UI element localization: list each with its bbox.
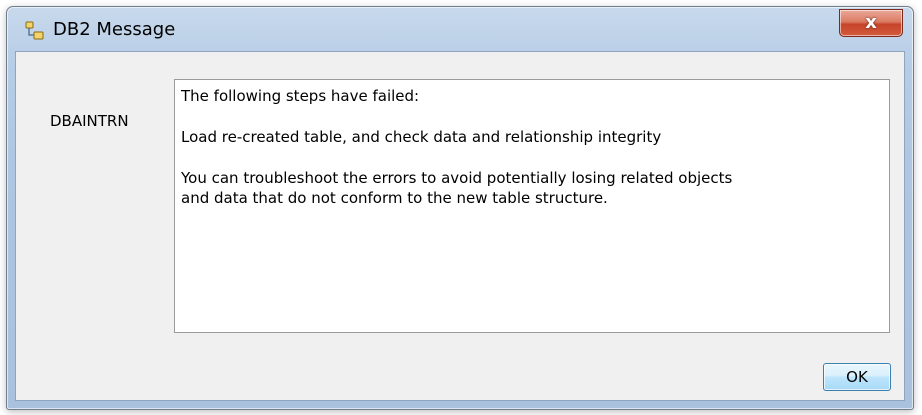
object-name-label: DBAINTRN [50, 112, 129, 130]
db2-message-icon [25, 21, 45, 41]
title-bar[interactable]: DB2 Message x [7, 7, 913, 51]
ok-button[interactable]: OK [823, 363, 891, 391]
db2-message-dialog: DB2 Message x DBAINTRN The following ste… [6, 6, 914, 410]
message-line-advice-2: and data that do not conform to the new … [181, 189, 608, 207]
dialog-content: DBAINTRN The following steps have failed… [15, 51, 905, 401]
message-line-failed-steps: The following steps have failed: [181, 87, 420, 105]
message-line-step: Load re-created table, and check data an… [181, 128, 662, 146]
close-button[interactable]: x [839, 9, 903, 37]
message-line-advice-1: You can troubleshoot the errors to avoid… [181, 169, 733, 187]
window-title: DB2 Message [53, 19, 176, 40]
close-icon: x [865, 12, 877, 33]
message-text-area[interactable]: The following steps have failed: Load re… [174, 79, 890, 333]
